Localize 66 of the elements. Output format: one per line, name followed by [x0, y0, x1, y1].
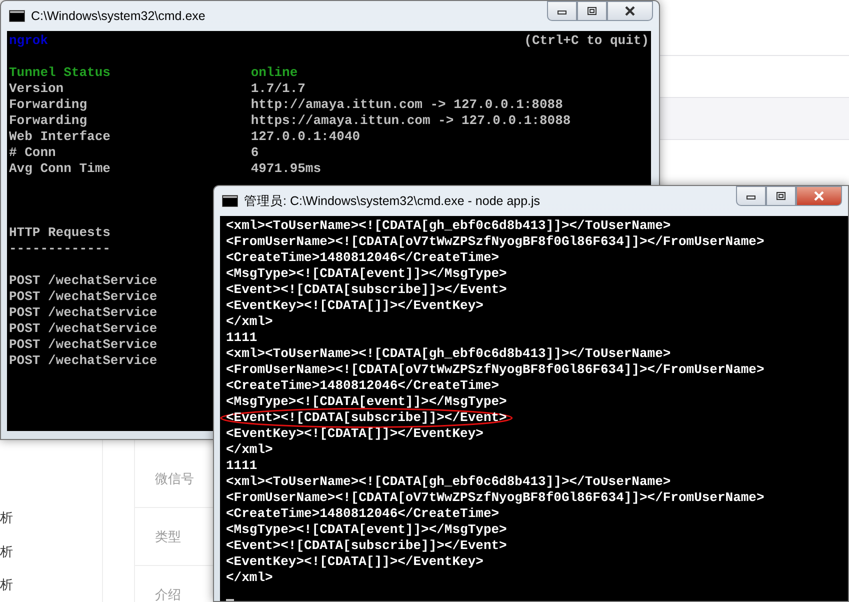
text-fragment: 析	[0, 576, 14, 594]
text-fragment: 析	[0, 542, 14, 560]
output-line: </xml>	[226, 442, 273, 458]
output-line: <MsgType><![CDATA[event]]></MsgType>	[226, 266, 507, 282]
status-value: 4971.95ms	[250, 161, 322, 177]
output-line: <EventKey><![CDATA[]]></EventKey>	[226, 298, 484, 314]
close-button[interactable]	[607, 1, 653, 21]
restore-icon	[587, 7, 597, 15]
output-line: <Event><![CDATA[subscribe]]></Event>	[226, 538, 507, 554]
output-line: 1111	[226, 458, 258, 474]
status-label: Tunnel Status	[9, 65, 112, 81]
console-text: (Ctrl+C to quit)	[524, 33, 649, 49]
minimize-button[interactable]	[736, 186, 766, 206]
output-line: <MsgType><![CDATA[event]]></MsgType>	[226, 394, 507, 410]
status-value: https://amaya.ittun.com -> 127.0.0.1:8088	[250, 113, 571, 129]
output-line: <CreateTime>1480812046</CreateTime>	[226, 378, 500, 394]
output-line: <MsgType><![CDATA[event]]></MsgType>	[226, 522, 507, 538]
window-title: C:\Windows\system32\cmd.exe	[31, 8, 206, 25]
section-heading: HTTP Requests	[9, 225, 110, 241]
request-line: POST /wechatService	[9, 321, 158, 337]
output-line: </xml>	[226, 314, 273, 330]
request-line: POST /wechatService	[9, 305, 158, 321]
status-value: http://amaya.ittun.com -> 127.0.0.1:8088	[250, 97, 563, 113]
output-line: <Event><![CDATA[subscribe]]></Event>	[226, 282, 507, 298]
maximize-button[interactable]	[766, 186, 796, 206]
output-line: </xml>	[226, 570, 273, 586]
console-icon	[9, 10, 25, 22]
output-line: <CreateTime>1480812046</CreateTime>	[226, 506, 500, 522]
window-title: 管理员: C:\Windows\system32\cmd.exe - node app.js	[244, 192, 540, 210]
status-label: # Conn	[9, 145, 57, 161]
request-line: POST /wechatService	[9, 337, 158, 353]
output-line: <FromUserName><![CDATA[oV7tWwZPSzfNyogBF8f0Gl86F634]]></FromUserName>	[226, 362, 764, 378]
field-label: 介绍	[155, 586, 181, 602]
status-value: 6	[250, 145, 259, 161]
output-line: <Event><![CDATA[subscribe]]></Event>	[226, 410, 507, 426]
output-line: <FromUserName><![CDATA[oV7tWwZPSzfNyogBF8f0Gl86F634]]></FromUserName>	[226, 490, 764, 506]
text-fragment: 析	[0, 509, 14, 527]
output-line: 1111	[226, 330, 258, 346]
status-label: Web Interface	[9, 129, 112, 145]
status-value: 127.0.0.1:4040	[250, 129, 360, 145]
field-label: 微信号	[155, 470, 194, 488]
request-line: POST /wechatService	[9, 289, 158, 305]
status-value: online	[250, 65, 298, 81]
heading-rule: -------------	[9, 241, 110, 257]
console-text: ngrok	[9, 33, 50, 49]
request-line: POST /wechatService	[9, 353, 158, 369]
close-icon	[813, 191, 825, 201]
status-label: Forwarding	[9, 97, 88, 113]
status-label: Avg Conn Time	[9, 161, 112, 177]
output-line: <xml><ToUserName><![CDATA[gh_ebf0c6d8b413]]></ToUserName>	[226, 474, 671, 490]
request-line: POST /wechatService	[9, 273, 158, 289]
status-label: Version	[9, 81, 65, 97]
status-label: Forwarding	[9, 113, 88, 129]
console-icon	[222, 195, 238, 207]
close-icon	[624, 6, 636, 16]
output-line: <xml><ToUserName><![CDATA[gh_ebf0c6d8b413]]></ToUserName>	[226, 346, 671, 362]
output-line: <EventKey><![CDATA[]]></EventKey>	[226, 426, 484, 442]
output-line: <CreateTime>1480812046</CreateTime>	[226, 250, 500, 266]
output-line: <FromUserName><![CDATA[oV7tWwZPSzfNyogBF8f0Gl86F634]]></FromUserName>	[226, 234, 764, 250]
status-value: 1.7/1.7	[250, 81, 306, 97]
maximize-button[interactable]	[577, 1, 607, 21]
restore-icon	[776, 192, 786, 200]
minimize-button[interactable]	[547, 1, 577, 21]
field-label: 类型	[155, 528, 181, 546]
output-line: <EventKey><![CDATA[]]></EventKey>	[226, 554, 484, 570]
output-line: <xml><ToUserName><![CDATA[gh_ebf0c6d8b413]]></ToUserName>	[226, 218, 671, 234]
